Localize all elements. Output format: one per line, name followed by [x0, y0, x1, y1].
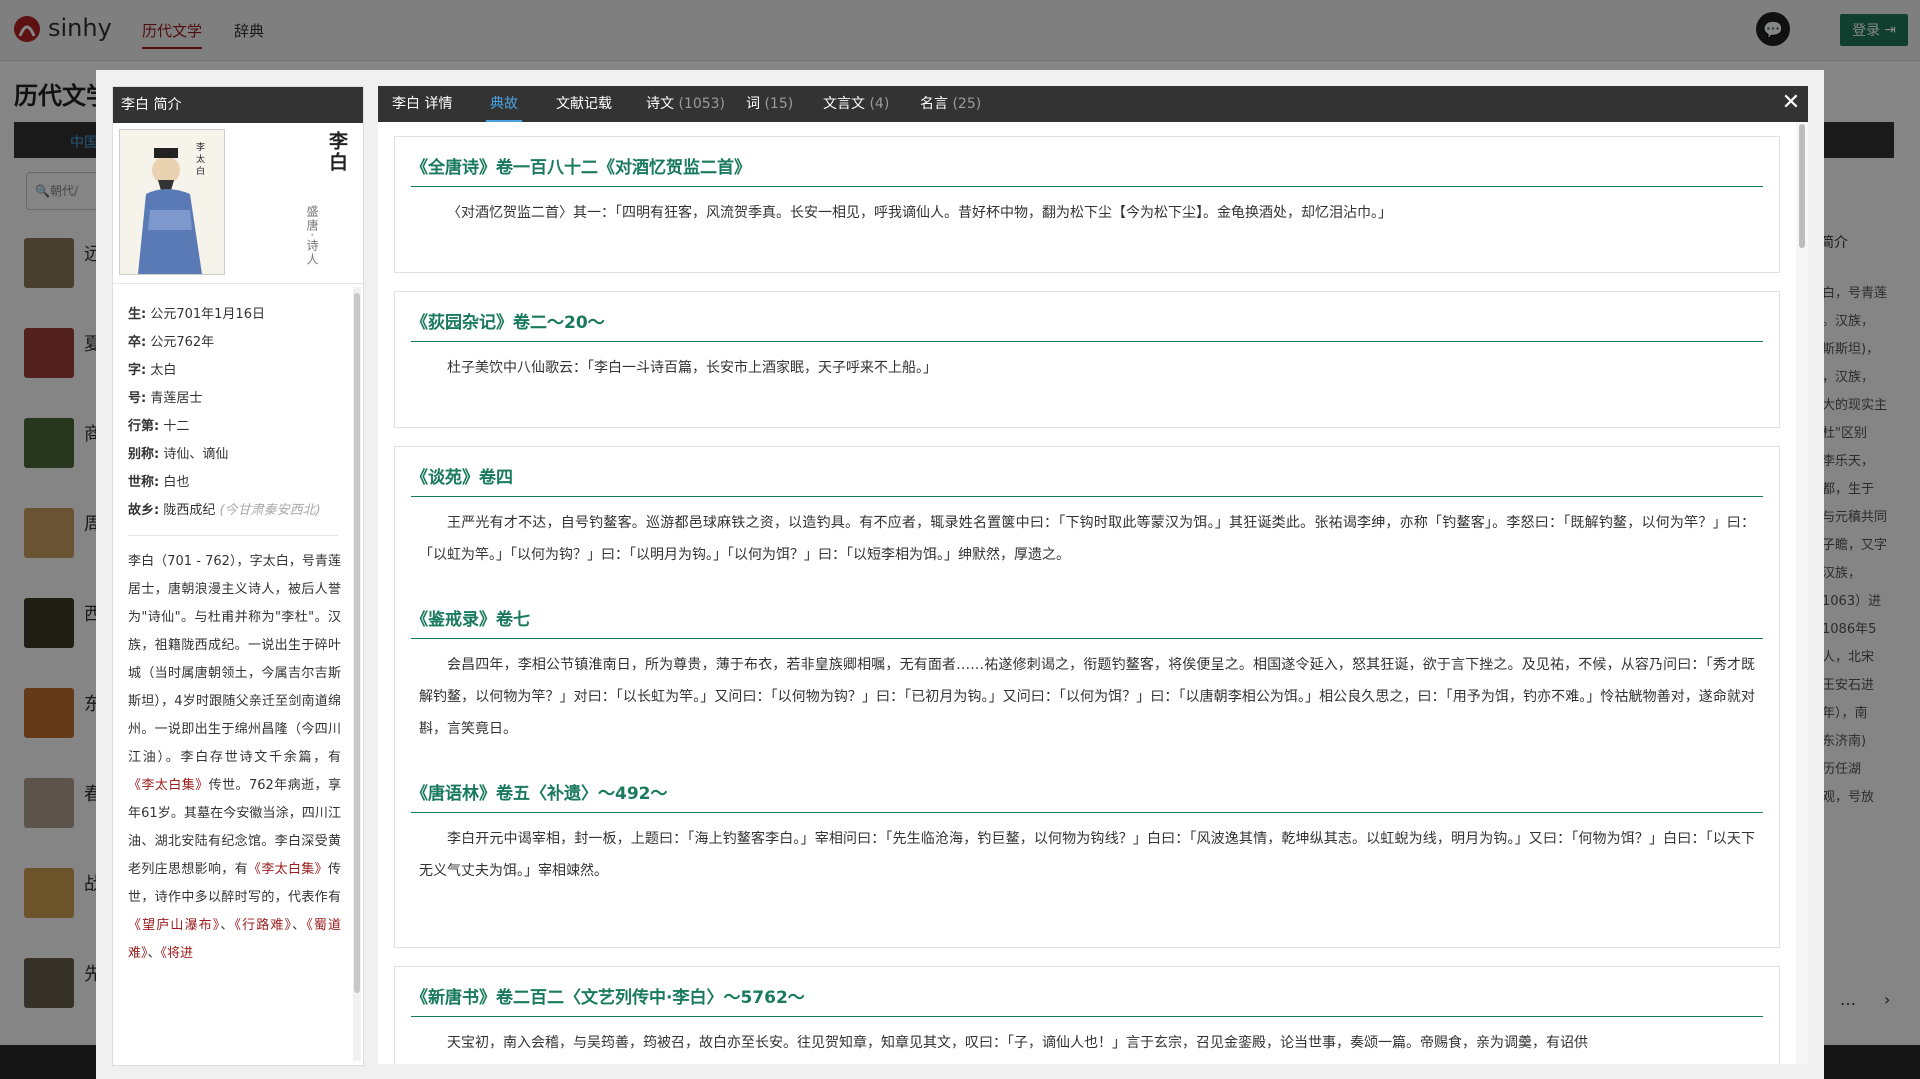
- entry-body: 天宝初，南入会稽，与吴筠善，筠被召，故白亦至长安。往见贺知章，知章见其文，叹曰：…: [447, 1035, 1588, 1051]
- allusions-scroll-area[interactable]: 《全唐诗》卷一百八十二《对酒忆贺监二首》 〈对酒忆贺监二首〉其一：「四明有狂客，…: [378, 122, 1796, 1064]
- fact-label: 生:: [128, 307, 147, 322]
- fact-label: 故乡:: [128, 503, 160, 518]
- poet-bio: 李白（701 - 762），字太白，号青莲居士，唐朝浪漫主义诗人，被后人誉为"诗…: [113, 536, 353, 968]
- content-scrollbar-thumb[interactable]: [1799, 124, 1805, 248]
- fact-birth: 生: 公元701年1月16日: [128, 301, 353, 329]
- fact-value: 太白: [150, 363, 177, 378]
- entry-title[interactable]: 《荻园杂记》卷二～20～: [411, 308, 1763, 342]
- close-icon[interactable]: ✕: [1778, 90, 1804, 116]
- content-tab-bar: 李白 详情 典故 文献记载 诗文 (1053) 词 (15) 文言文 (4) 名…: [378, 86, 1808, 122]
- bio-separator: 、: [147, 946, 161, 961]
- allusion-entry: 《谈苑》卷四 王严光有才不达，自号钓鳌客。巡游都邑球麻铁之资，以造钓具。有不应者…: [395, 447, 1779, 589]
- allusion-entry: 《荻园杂记》卷二～20～ 杜子美饮中八仙歌云：「李白一斗诗百篇，长安市上酒家眠，…: [395, 292, 1779, 402]
- entry-title[interactable]: 《全唐诗》卷一百八十二《对酒忆贺监二首》: [411, 153, 1763, 187]
- tab-ci[interactable]: 词 (15): [746, 86, 793, 122]
- tab-quotes[interactable]: 名言 (25): [920, 86, 981, 122]
- poet-facts: 生: 公元701年1月16日 卒: 公元762年 字: 太白 号: 青莲居士 行…: [113, 287, 353, 525]
- allusion-entry: 《唐语林》卷五〈补遗〉～492～ 李白开元中谒宰相，封一板，上题曰：「海上钓鳌客…: [395, 763, 1779, 905]
- svg-text:白: 白: [196, 165, 205, 177]
- fact-note: (今甘肃秦安西北): [219, 503, 321, 518]
- fact-value: 公元762年: [150, 335, 215, 350]
- fact-value: 陇西成纪: [163, 503, 216, 518]
- profile-panel: 李白 简介 李 太 白 李白 盛唐·诗人 生: 公元701年1月16日 卒: 公…: [112, 86, 364, 1066]
- tab-records[interactable]: 文献记载: [556, 86, 612, 122]
- divider: [113, 283, 363, 284]
- fact-death: 卒: 公元762年: [128, 329, 353, 357]
- content-scrollbar[interactable]: [1796, 122, 1808, 1064]
- tab-label: 诗文: [646, 96, 674, 112]
- entry-body: 〈对酒忆贺监二首〉其一：「四明有狂客，风流贺季真。长安一相见，呼我谪仙人。昔好杯…: [447, 205, 1392, 221]
- tab-allusions[interactable]: 典故: [486, 86, 522, 122]
- tab-label: 名言: [920, 96, 948, 112]
- entry-body: 杜子美饮中八仙歌云：「李白一斗诗百篇，长安市上酒家眠，天子呼来不上船。」: [447, 360, 937, 376]
- fact-value: 十二: [163, 419, 190, 434]
- work-link[interactable]: 《将进: [161, 946, 194, 961]
- poet-portrait: 李 太 白: [119, 129, 225, 275]
- allusion-card: 《全唐诗》卷一百八十二《对酒忆贺监二首》 〈对酒忆贺监二首〉其一：「四明有狂客，…: [394, 136, 1780, 273]
- profile-scroll-area[interactable]: 生: 公元701年1月16日 卒: 公元762年 字: 太白 号: 青莲居士 行…: [113, 287, 353, 1061]
- allusion-card: 《新唐书》卷二百二〈文艺列传中·李白〉～5762～ 天宝初，南入会稽，与吴筠善，…: [394, 966, 1780, 1064]
- tab-poems[interactable]: 诗文 (1053): [646, 86, 725, 122]
- fact-value: 青莲居士: [150, 391, 203, 406]
- fact-value: 公元701年1月16日: [150, 307, 265, 322]
- entry-title[interactable]: 《唐语林》卷五〈补遗〉～492～: [411, 779, 1763, 813]
- fact-label: 别称:: [128, 447, 160, 462]
- entry-title[interactable]: 《鉴戒录》卷七: [411, 605, 1763, 639]
- work-link[interactable]: 《行路难》: [234, 918, 292, 933]
- tab-label: 文言文: [823, 96, 865, 112]
- fact-courtesy-name: 字: 太白: [128, 357, 353, 385]
- svg-text:李: 李: [196, 141, 205, 153]
- poet-modal: 李白 简介 李 太 白 李白 盛唐·诗人 生: 公元701年1月16日 卒: 公…: [96, 70, 1824, 1079]
- entry-body: 王严光有才不达，自号钓鳌客。巡游都邑球麻铁之资，以造钓具。有不应者，辄录姓名置箧…: [419, 515, 1755, 563]
- fact-rank: 行第: 十二: [128, 413, 353, 441]
- profile-scrollbar-thumb[interactable]: [354, 293, 360, 993]
- tab-label: 文献记载: [556, 96, 612, 112]
- allusion-card: 《荻园杂记》卷二～20～ 杜子美饮中八仙歌云：「李白一斗诗百篇，长安市上酒家眠，…: [394, 291, 1780, 428]
- profile-scrollbar[interactable]: [353, 287, 361, 1061]
- entry-title[interactable]: 《新唐书》卷二百二〈文艺列传中·李白〉～5762～: [411, 983, 1763, 1017]
- tab-count: (25): [952, 96, 982, 112]
- allusion-entry: 《鉴戒录》卷七 会昌四年，李相公节镇淮南日，所为尊贵，薄于布衣，若非皇族卿相嘱，…: [395, 589, 1779, 763]
- allusion-card: 《谈苑》卷四 王严光有才不达，自号钓鳌客。巡游都邑球麻铁之资，以造钓具。有不应者…: [394, 446, 1780, 948]
- fact-art-name: 号: 青莲居士: [128, 385, 353, 413]
- fact-label: 世称:: [128, 475, 160, 490]
- tab-count: (15): [764, 96, 794, 112]
- tab-label: 典故: [490, 96, 518, 112]
- bio-separator: 、: [292, 918, 307, 933]
- entry-body: 会昌四年，李相公节镇淮南日，所为尊贵，薄于布衣，若非皇族卿相嘱，无有面者……祐遂…: [419, 657, 1755, 737]
- fact-label: 行第:: [128, 419, 160, 434]
- tab-label: 词: [746, 96, 760, 112]
- tab-classical-prose[interactable]: 文言文 (4): [823, 86, 889, 122]
- fact-known-as: 世称: 白也: [128, 469, 353, 497]
- content-panel: 李白 详情 典故 文献记载 诗文 (1053) 词 (15) 文言文 (4) 名…: [378, 86, 1808, 1064]
- work-link[interactable]: 《李太白集》: [248, 862, 328, 877]
- bio-text: 李白（701 - 762），字太白，号青莲居士，唐朝浪漫主义诗人，被后人誉为"诗…: [128, 554, 341, 765]
- tab-label: 李白 详情: [392, 96, 453, 112]
- tab-details[interactable]: 李白 详情: [392, 86, 452, 122]
- fact-hometown: 故乡: 陇西成纪 (今甘肃秦安西北): [128, 497, 353, 525]
- svg-text:太: 太: [196, 153, 205, 165]
- poet-name: 李白: [326, 131, 348, 173]
- work-link[interactable]: 《李太白集》: [128, 778, 209, 793]
- work-link[interactable]: 《望庐山瀑布》: [128, 918, 220, 933]
- tab-count: (4): [869, 96, 890, 112]
- entry-title[interactable]: 《谈苑》卷四: [411, 463, 1763, 497]
- entry-body: 李白开元中谒宰相，封一板，上题曰：「海上钓鳌客李白。」宰相问曰：「先生临沧海，钓…: [419, 831, 1755, 879]
- fact-value: 诗仙、谪仙: [163, 447, 229, 462]
- bio-separator: 、: [220, 918, 235, 933]
- tab-count: (1053): [678, 96, 726, 112]
- allusion-entry: 《新唐书》卷二百二〈文艺列传中·李白〉～5762～ 天宝初，南入会稽，与吴筠善，…: [395, 967, 1779, 1064]
- fact-alias: 别称: 诗仙、谪仙: [128, 441, 353, 469]
- fact-value: 白也: [163, 475, 190, 490]
- fact-label: 字:: [128, 363, 147, 378]
- profile-header: 李白 简介: [113, 87, 363, 123]
- poet-era: 盛唐·诗人: [305, 205, 319, 267]
- fact-label: 卒:: [128, 335, 147, 350]
- fact-label: 号:: [128, 391, 147, 406]
- allusion-entry: 《全唐诗》卷一百八十二《对酒忆贺监二首》 〈对酒忆贺监二首〉其一：「四明有狂客，…: [395, 137, 1779, 247]
